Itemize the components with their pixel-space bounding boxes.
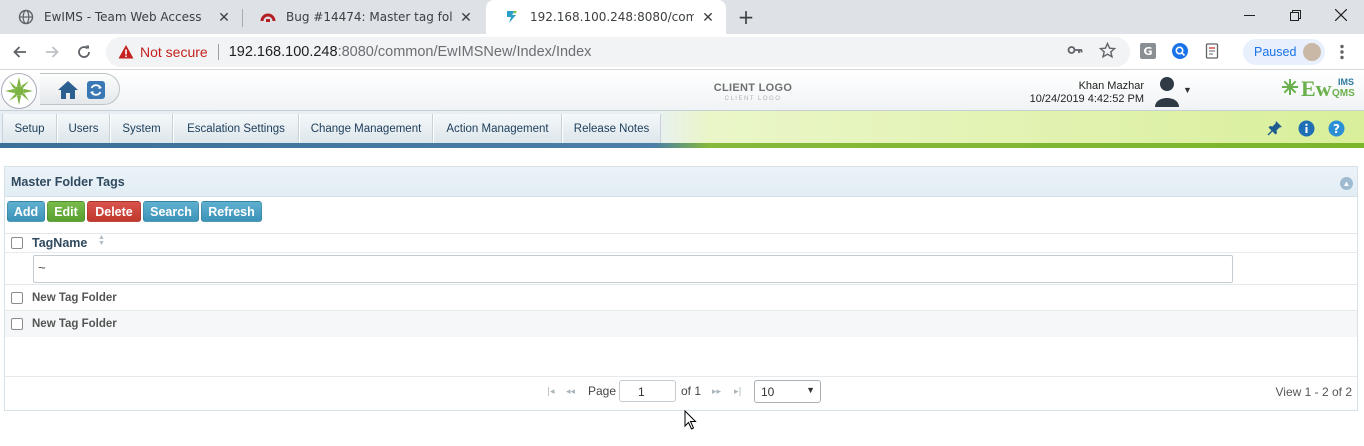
help-icon[interactable]: ?	[1327, 119, 1345, 137]
close-icon[interactable]: ✕	[458, 9, 474, 25]
edit-button[interactable]: Edit	[47, 201, 85, 222]
user-avatar-icon[interactable]	[1152, 75, 1182, 107]
browser-tabstrip: EwIMS - Team Web Access ✕ Bug #14474: Ma…	[0, 0, 1364, 34]
add-button[interactable]: Add	[7, 201, 45, 222]
panel-title: Master Folder Tags	[11, 175, 125, 189]
svg-text:?: ?	[1333, 121, 1340, 135]
app-favicon-icon	[504, 9, 520, 25]
row-tagname: New Tag Folder	[32, 292, 117, 304]
star-icon[interactable]	[1098, 41, 1116, 59]
page-label: Page	[588, 384, 617, 398]
key-icon[interactable]	[1066, 41, 1084, 59]
header-quick-buttons	[40, 73, 120, 105]
grid-header: TagName ▲ ▼	[5, 233, 1357, 252]
collapse-icon[interactable]: ▲	[1340, 177, 1353, 190]
menu-item-escalation-settings[interactable]: Escalation Settings	[173, 114, 299, 143]
first-page-icon[interactable]: |◂	[547, 387, 555, 397]
menu-accent-bar	[0, 143, 1364, 148]
home-icon[interactable]	[56, 79, 80, 101]
menu-item-system[interactable]: System	[110, 114, 173, 143]
url-host: 192.168.100.248	[228, 44, 338, 60]
view-range-text: View 1 - 2 of 2	[1275, 385, 1353, 399]
menu-item-change-management[interactable]: Change Management	[299, 114, 433, 143]
profile-status-label: Paused	[1254, 45, 1297, 59]
delete-button[interactable]: Delete	[87, 201, 141, 222]
brand-logo: Ew IMS QMS	[1282, 76, 1358, 105]
current-datetime: 10/24/2019 4:42:52 PM	[1029, 93, 1144, 105]
row-tagname: New Tag Folder	[32, 318, 117, 330]
close-icon[interactable]: ✕	[700, 9, 716, 25]
main-menu: Setup Users System Escalation Settings C…	[0, 111, 1364, 145]
table-row[interactable]: New Tag Folder	[5, 310, 1357, 337]
sort-icon[interactable]: ▲ ▼	[98, 234, 105, 247]
table-row[interactable]: New Tag Folder	[5, 284, 1357, 311]
new-tab-button[interactable]: +	[735, 5, 757, 29]
brand-name: Ew	[1301, 76, 1332, 101]
prev-page-icon[interactable]: ◂◂	[566, 387, 575, 397]
brand-superscript: IMS	[1338, 77, 1355, 87]
security-label[interactable]: Not secure	[140, 44, 208, 60]
menu-item-setup[interactable]: Setup	[2, 114, 57, 143]
tagname-filter-input[interactable]: ~	[33, 255, 1233, 283]
column-header-tagname[interactable]: TagName	[32, 236, 87, 250]
page-number-input[interactable]: 1	[619, 380, 676, 402]
browser-toolbar: Not secure 192.168.100.248:8080/common/E…	[0, 34, 1364, 70]
refresh-button[interactable]: Refresh	[201, 201, 262, 222]
avatar	[1303, 43, 1322, 61]
chevron-down-icon: ▼	[806, 385, 815, 395]
close-icon[interactable]: ✕	[216, 9, 232, 25]
row-checkbox[interactable]	[11, 318, 23, 330]
user-name: Khan Mazhar	[1078, 80, 1144, 92]
row-checkbox[interactable]	[11, 292, 23, 304]
page-size-value: 10	[761, 385, 775, 399]
address-bar[interactable]: Not secure 192.168.100.248:8080/common/E…	[106, 37, 1130, 67]
warning-icon	[118, 44, 134, 60]
browser-tab-ewims[interactable]: EwIMS - Team Web Access ✕	[0, 0, 242, 34]
redmine-icon	[260, 9, 276, 25]
reload-icon[interactable]	[72, 40, 96, 64]
filter-row: ~	[5, 252, 1357, 284]
chevron-down-icon[interactable]: ▼	[1183, 85, 1192, 95]
sun-logo-icon[interactable]	[1, 73, 37, 109]
mouse-cursor-icon	[684, 409, 698, 430]
app-header: CLIENT LOGO CLIENT LOGO Khan Mazhar 10/2…	[0, 71, 1364, 111]
svg-text:G: G	[1143, 45, 1152, 58]
url-path: :8080/common/EwIMSNew/Index/Index	[337, 44, 592, 60]
browser-tab-active[interactable]: 192.168.100.248:8080/common/E ✕	[486, 0, 726, 34]
tab-title: Bug #14474: Master tag folder al	[286, 10, 452, 24]
restore-icon[interactable]	[1272, 0, 1318, 30]
forward-icon[interactable]	[40, 40, 64, 64]
extension-search-icon[interactable]	[1172, 43, 1188, 59]
select-all-checkbox[interactable]	[11, 237, 23, 249]
master-folder-tags-panel: Master Folder Tags ▲ Add Edit Delete Sea…	[4, 166, 1358, 411]
profile-paused-button[interactable]: Paused	[1243, 39, 1325, 65]
menu-item-release-notes[interactable]: Release Notes	[562, 114, 661, 143]
back-icon[interactable]	[8, 40, 32, 64]
search-button[interactable]: Search	[143, 201, 199, 222]
window-close-icon[interactable]	[1318, 0, 1364, 30]
last-page-icon[interactable]: ▸|	[734, 387, 742, 397]
pin-icon[interactable]	[1266, 119, 1284, 137]
refresh-icon[interactable]	[84, 79, 108, 101]
more-menu-icon[interactable]	[1334, 43, 1350, 61]
extension-doc-icon[interactable]	[1204, 43, 1220, 59]
brand-subscript: QMS	[1332, 88, 1355, 99]
tab-title: 192.168.100.248:8080/common/E	[530, 10, 694, 24]
tab-title: EwIMS - Team Web Access	[44, 10, 202, 24]
client-logo: CLIENT LOGO CLIENT LOGO	[713, 82, 793, 102]
menu-item-users[interactable]: Users	[57, 114, 110, 143]
pager: |◂ ◂◂ Page 1 of 1 ▸▸ ▸| 10 ▼ View 1 - 2 …	[5, 376, 1357, 411]
browser-tab-bug[interactable]: Bug #14474: Master tag folder al ✕	[242, 0, 484, 34]
globe-icon	[18, 9, 34, 25]
panel-header: Master Folder Tags ▲	[5, 167, 1357, 197]
extension-g-icon[interactable]: G	[1140, 43, 1156, 59]
page-size-select[interactable]: 10 ▼	[754, 380, 821, 403]
minimize-icon[interactable]	[1226, 0, 1272, 30]
menu-item-action-management[interactable]: Action Management	[433, 114, 562, 143]
next-page-icon[interactable]: ▸▸	[712, 387, 721, 397]
page-count: of 1	[681, 384, 702, 398]
info-icon[interactable]	[1297, 119, 1315, 137]
omnibox-divider	[217, 44, 219, 60]
